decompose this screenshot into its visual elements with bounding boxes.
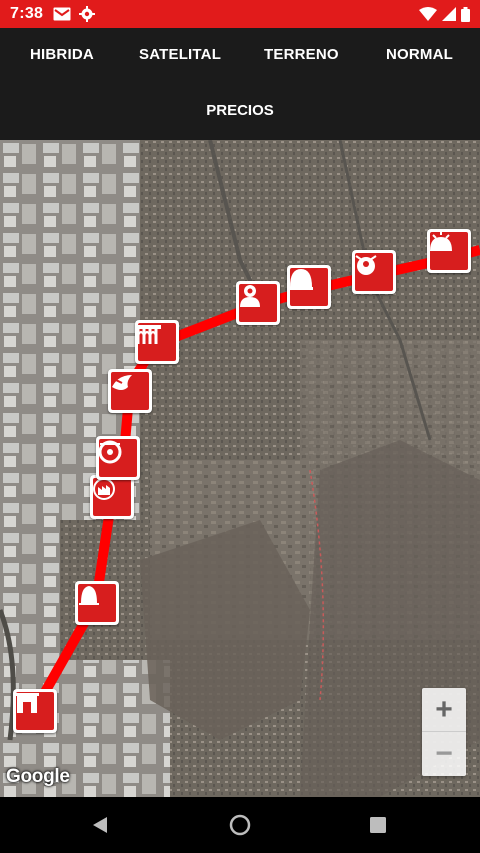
battery-icon xyxy=(461,6,470,22)
signal-icon xyxy=(442,7,456,21)
bell-icon xyxy=(79,586,99,605)
tab-normal[interactable]: NORMAL xyxy=(386,46,453,63)
station-marker-6[interactable] xyxy=(135,320,179,364)
station-marker-5[interactable] xyxy=(108,369,152,413)
map-type-toolbar: HIBRIDA SATELITAL TERRENO NORMAL PRECIOS xyxy=(0,28,480,140)
building-gate-icon xyxy=(15,693,39,713)
status-notification-icons xyxy=(53,6,96,22)
station-marker-4[interactable] xyxy=(96,436,140,480)
wifi-icon xyxy=(419,7,437,21)
settings-icon xyxy=(79,6,96,22)
satellite-imagery xyxy=(0,140,480,797)
tab-hibrida[interactable]: HIBRIDA xyxy=(30,46,94,63)
figure-icon xyxy=(355,255,377,275)
zoom-out-button[interactable]: − xyxy=(422,732,466,776)
station-marker-1[interactable] xyxy=(13,689,57,733)
tab-precios[interactable]: PRECIOS xyxy=(0,102,480,119)
recents-icon[interactable] xyxy=(366,813,390,837)
gmail-icon xyxy=(53,7,71,21)
navigation-bar xyxy=(0,797,480,853)
zoom-in-button[interactable]: + xyxy=(422,688,466,732)
map-view[interactable]: + − Google xyxy=(0,140,480,797)
tabs-row: HIBRIDA SATELITAL TERRENO NORMAL xyxy=(0,28,480,84)
zoom-controls: + − xyxy=(422,688,466,776)
status-system-icons xyxy=(419,6,470,22)
station-marker-9[interactable] xyxy=(352,250,396,294)
station-marker-8[interactable] xyxy=(287,265,331,309)
station-marker-2[interactable] xyxy=(75,581,119,625)
station-marker-3[interactable] xyxy=(90,475,134,519)
wheel-icon xyxy=(98,440,122,464)
tab-satelital[interactable]: SATELITAL xyxy=(139,46,221,63)
bird-icon xyxy=(112,375,132,390)
station-marker-7[interactable] xyxy=(236,281,280,325)
aqueduct-icon xyxy=(136,325,161,344)
sun-icon xyxy=(430,231,452,251)
station-marker-10[interactable] xyxy=(427,229,471,273)
status-time: 7:38 xyxy=(10,5,44,22)
home-icon[interactable] xyxy=(228,813,252,837)
dome-icon xyxy=(289,269,313,290)
status-bar: 7:38 xyxy=(0,0,480,28)
tab-terreno[interactable]: TERRENO xyxy=(264,46,339,63)
bust-icon xyxy=(240,285,260,307)
google-logo[interactable]: Google xyxy=(6,766,70,788)
back-icon[interactable] xyxy=(88,813,112,837)
